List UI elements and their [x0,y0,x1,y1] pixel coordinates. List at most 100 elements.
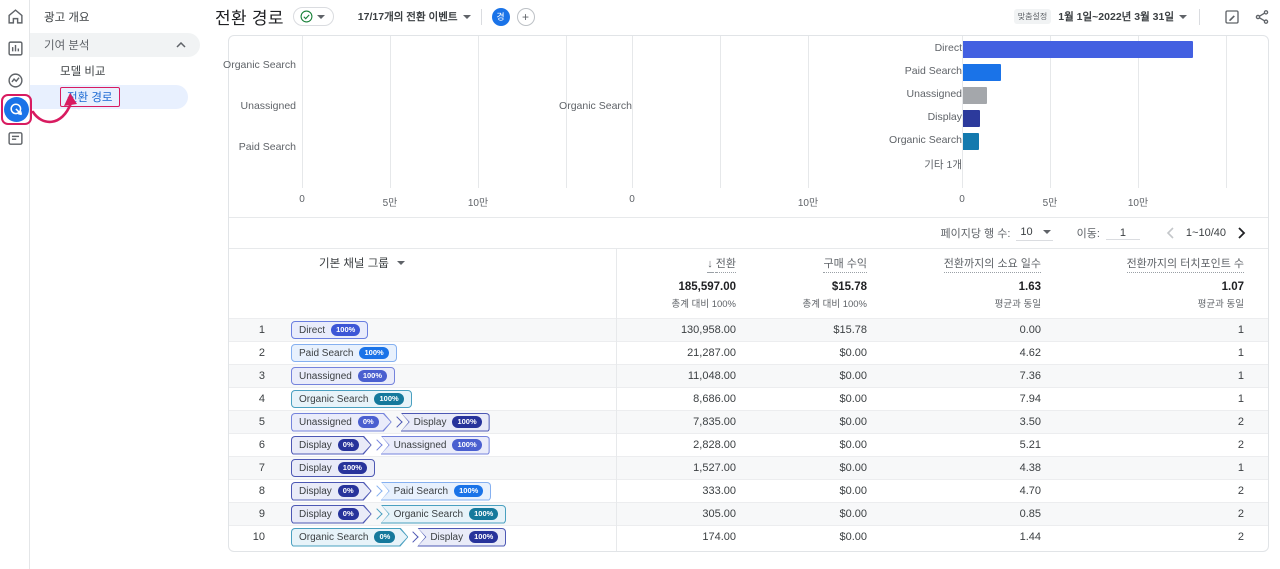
days-value: 0.85 [1019,508,1041,520]
total-conversions: 185,597.00 [678,281,736,293]
rows-per-page-select[interactable]: 10 [1016,225,1053,241]
table-row[interactable]: 6 Display 0% Unassigned 100% 2,828.00 $0.00… [229,433,1268,456]
date-range-picker[interactable]: 1월 1일~2022년 3월 31일 [1058,9,1187,24]
prev-page-button[interactable] [1162,224,1180,242]
table-row[interactable]: 9 Display 0% Organic Search 100% 305.00 $0.… [229,502,1268,525]
chevron-up-icon [176,42,186,48]
credit-pct-badge: 100% [337,462,367,474]
sidebar-item-ad-overview[interactable]: 광고 개요 [30,0,200,33]
row-number: 5 [258,416,265,428]
table-header-row: 기본 채널 그룹 ↓ 전환 구매 수익 전환까지의 소요 일수 전환까지의 터치포… [229,249,1268,277]
chart-plot: 0 5만 10만 [959,36,1262,209]
home-icon[interactable] [7,8,24,25]
credit-pct-badge: 0% [357,416,379,428]
path-segment: Paid Search 100% [291,344,397,362]
credit-pct-badge: 0% [337,485,359,497]
left-nav-rail [0,0,30,569]
x-tick-label: 10만 [1127,198,1149,209]
path-segment: Unassigned 0% [291,413,392,432]
credit-pct-badge: 100% [452,416,482,428]
add-comparison-button[interactable]: + [516,7,535,26]
check-circle-icon [300,10,313,23]
touchpoints-value: 2 [1237,485,1244,497]
table-row[interactable]: 1 Direct 100% 130,958.00 $15.78 0.00 1 [229,318,1268,341]
channel-path: Direct 100% [279,321,616,339]
conversion-events-selector[interactable]: 17/17개의 전환 이벤트 [358,9,471,24]
table-row[interactable]: 7 Display 100% 1,527.00 $0.00 4.38 1 [229,456,1268,479]
customize-badge: 맞춤설정 [1013,9,1052,24]
bar-unassigned [963,87,987,104]
conversions-value: 130,958.00 [680,324,736,336]
sidebar-item-model-comparison[interactable]: 모델 비교 [30,59,200,83]
row-number: 8 [258,485,265,497]
table-row[interactable]: 2 Paid Search 100% 21,287.00 $0.00 4.62 1 [229,341,1268,364]
credit-pct-badge: 0% [337,439,359,451]
conversions-value: 305.00 [702,508,736,520]
sidebar-section-attribution[interactable]: 기여 분석 [30,33,200,57]
category-label: Organic Search [223,59,296,71]
touchpoints-value: 1 [1237,370,1244,382]
path-segment: Display 100% [400,412,490,432]
channel-path: Display 0% Paid Search 100% [279,481,616,501]
bar-chart-3: 0 5만 10만 Direct Paid Search Unassigned Display… [874,36,1270,218]
table-row[interactable]: 5 Unassigned 0% Display 100% 7,835.00 $0.00… [229,410,1268,433]
table-row[interactable]: 8 Display 0% Paid Search 100% 333.00 $0.00 … [229,479,1268,502]
column-header-revenue[interactable]: 구매 수익 [736,255,867,273]
dimension-header[interactable]: 기본 채널 그룹 [279,255,616,271]
revenue-value: $0.00 [839,370,867,382]
credit-pct-badge: 100% [469,508,499,520]
path-segment: Organic Search 100% [380,504,507,524]
path-segment: Display 100% [291,459,375,477]
row-number: 3 [258,370,265,382]
rows-per-page-label: 페이지당 행 수: [940,228,1011,240]
reports-icon[interactable] [7,40,24,57]
path-segment: Direct 100% [291,321,369,339]
channel-path: Paid Search 100% [279,344,616,362]
chart-plot: 0 10만 [629,36,874,209]
table-totals-row: 185,597.00 총계 대비 100% $15.78 총계 대비 100% 1.… [229,277,1268,318]
main-area: 전환 경로 17/17개의 전환 이벤트 경 + 맞춤설정 1월 1일~2022… [200,0,1280,569]
credit-pct-badge: 100% [357,370,387,382]
bar-chart-2: 0 10만 Organic Search [549,36,874,218]
row-number: 10 [252,531,265,543]
share-icon[interactable] [1254,9,1270,25]
path-segment: Unassigned 100% [380,435,490,455]
next-page-button[interactable] [1232,224,1250,242]
table-row[interactable]: 4 Organic Search 100% 8,686.00 $0.00 7.94… [229,387,1268,410]
data-quality-badge[interactable] [292,7,334,26]
row-number: 7 [258,462,265,474]
path-chevron-icon [393,416,400,428]
table-row[interactable]: 10 Organic Search 0% Display 100% 174.00 $0… [229,525,1268,548]
chevron-down-icon [316,14,325,19]
credit-pct-badge: 100% [374,393,404,405]
comparison-chip[interactable]: 경 [491,7,510,26]
category-label: 기타 1개 [924,159,962,171]
column-divider [616,249,617,551]
bar-chart-1: 0 5만 10만 Organic Search Unassigned Paid Searc… [223,36,567,218]
revenue-value: $0.00 [839,416,867,428]
revenue-value: $0.00 [839,531,867,543]
column-header-conversions[interactable]: ↓ 전환 [616,255,736,273]
table-row[interactable]: 3 Unassigned 100% 11,048.00 $0.00 7.36 1 [229,364,1268,387]
column-header-touchpoints[interactable]: 전환까지의 터치포인트 수 [1041,255,1244,273]
avg-touchpoints: 1.07 [1221,281,1244,293]
column-header-days[interactable]: 전환까지의 소요 일수 [867,255,1041,273]
pagination-bar: 페이지당 행 수: 10 이동: 1~10/40 [229,218,1268,249]
days-value: 0.00 [1019,324,1041,336]
row-number: 2 [258,347,265,359]
credit-pct-badge: 0% [374,531,396,543]
library-icon[interactable] [7,130,24,147]
conversion-path-charts: 0 5만 10만 Organic Search Unassigned Paid Searc… [223,36,1270,218]
advertising-icon[interactable] [4,97,29,122]
page-title: 전환 경로 [215,9,284,28]
explore-icon[interactable] [7,72,24,89]
table-body: 1 Direct 100% 130,958.00 $15.78 0.00 1 2 … [229,318,1268,548]
channel-path: Unassigned 0% Display 100% [279,412,616,432]
goto-page-input[interactable] [1105,226,1140,240]
days-value: 4.70 [1019,485,1041,497]
chevron-down-icon [1042,230,1051,234]
credit-pct-badge: 100% [359,347,389,359]
app-root: 광고 개요 기여 분석 모델 비교 전환 경로 전환 경로 17/17개의 전환… [0,0,1280,569]
sidebar-item-conversion-paths[interactable]: 전환 경로 [30,85,188,109]
edit-report-icon[interactable] [1224,9,1240,25]
